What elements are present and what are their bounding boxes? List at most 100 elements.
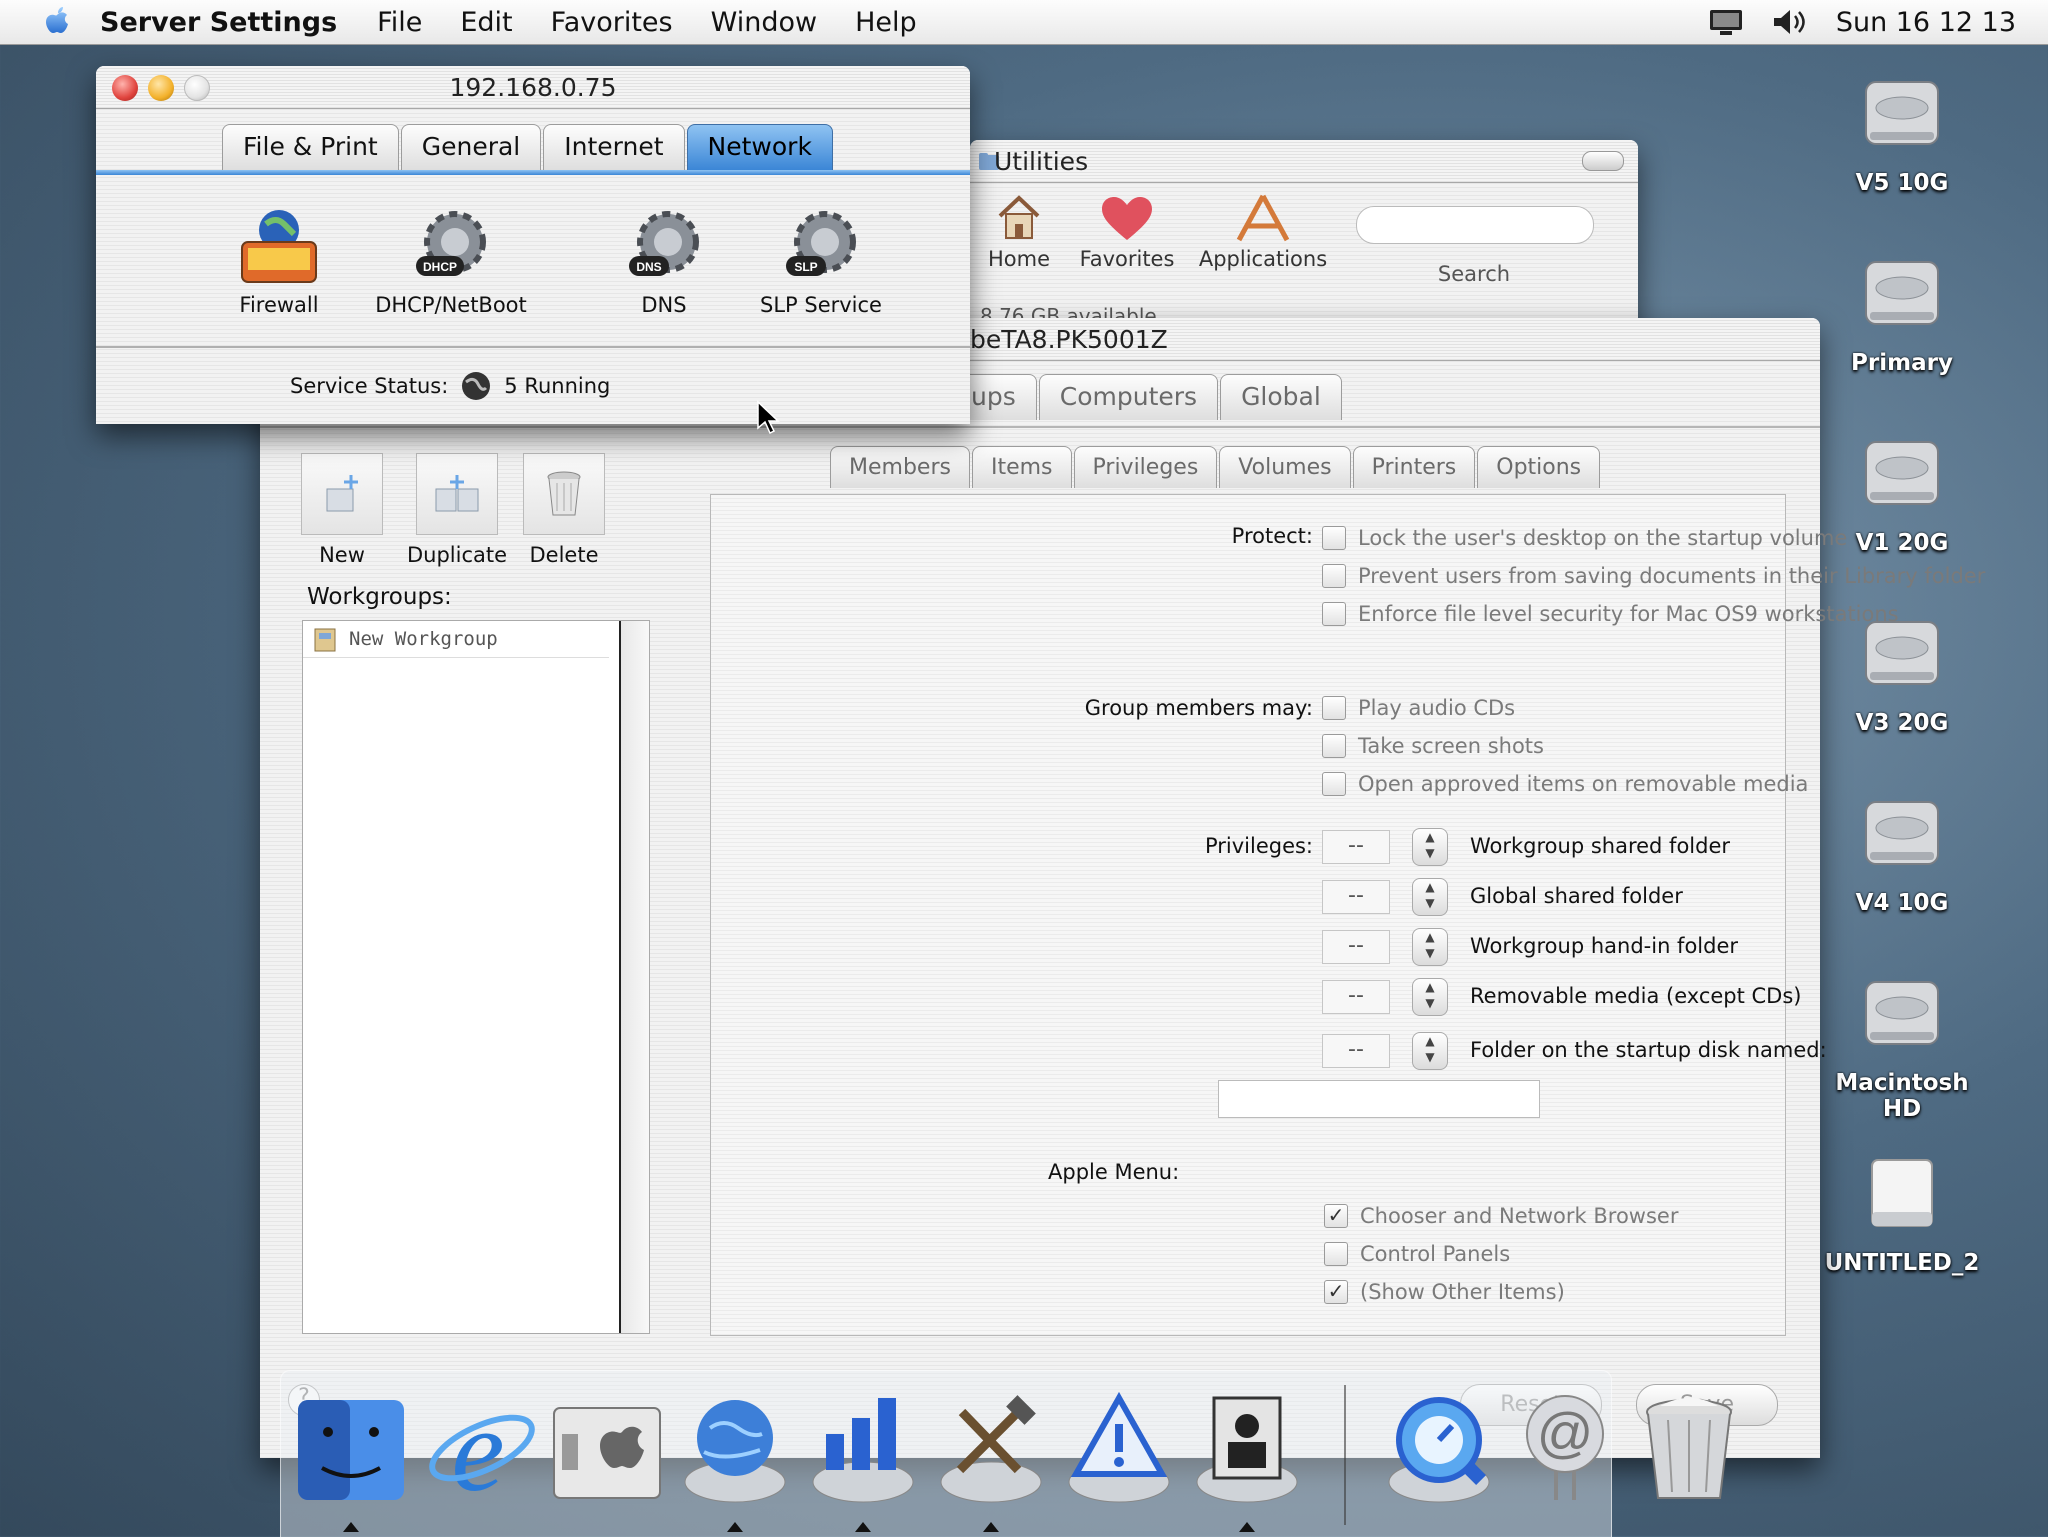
delete-button[interactable]: Delete — [522, 453, 606, 567]
privilege-label: Removable media (except CDs) — [1470, 984, 1802, 1008]
menu-window[interactable]: Window — [711, 7, 817, 38]
tab-printers[interactable]: Printers — [1352, 446, 1476, 488]
server-titlebar[interactable]: 192.168.0.75 — [96, 66, 970, 109]
privilege-stepper[interactable]: ▲ ▼ — [1412, 828, 1448, 866]
tab-global[interactable]: Global — [1220, 374, 1342, 420]
list-scrollbar[interactable] — [619, 621, 649, 1333]
menu-help[interactable]: Help — [855, 7, 917, 38]
workgroup-title: beTA8.PK5001Z — [970, 325, 1168, 354]
tab-members[interactable]: Members — [830, 446, 970, 488]
service-dns[interactable]: DNS DNS — [614, 206, 714, 317]
privilege-popup[interactable]: -- — [1322, 980, 1390, 1014]
home-icon — [998, 195, 1040, 239]
tab-privileges[interactable]: Privileges — [1073, 446, 1218, 488]
service-firewall[interactable]: Firewall — [224, 206, 334, 317]
protect-library-checkbox[interactable] — [1322, 564, 1346, 588]
duplicate-button[interactable]: Duplicate — [402, 453, 512, 567]
drive-v3[interactable]: V3 20G — [1817, 612, 1987, 736]
workgroup-manager-icon[interactable] — [1188, 1390, 1306, 1508]
workgroups-list[interactable]: New Workgroup — [302, 620, 650, 1334]
privilege-popup[interactable]: -- — [1322, 880, 1390, 914]
apple-menu-icon[interactable] — [40, 5, 74, 39]
tab-file-print[interactable]: File & Print — [222, 124, 399, 170]
control-panels-label: Control Panels — [1360, 1242, 1511, 1266]
drive-v5[interactable]: V5 10G — [1817, 72, 1987, 196]
server-tabs: File & Print General Internet Network — [222, 124, 835, 170]
mail-icon[interactable]: @ — [1506, 1390, 1624, 1508]
chooser-checkbox[interactable]: ✓ — [1324, 1204, 1348, 1228]
system-preferences-icon[interactable] — [548, 1390, 666, 1508]
trash-icon[interactable] — [1630, 1390, 1748, 1508]
running-indicator — [855, 1522, 871, 1532]
menu-edit[interactable]: Edit — [460, 7, 512, 38]
drive-label: Primary — [1851, 350, 1953, 376]
quicktime-icon[interactable] — [1380, 1390, 1498, 1508]
startup-folder-name-field[interactable] — [1218, 1080, 1540, 1118]
protect-lock-desktop-checkbox[interactable] — [1322, 526, 1346, 550]
alert-monitor-icon[interactable] — [1060, 1390, 1178, 1508]
server-monitor-chart-icon[interactable] — [804, 1390, 922, 1508]
internet-explorer-icon[interactable]: e — [420, 1390, 538, 1508]
toolbar-favorites[interactable]: Favorites — [1062, 196, 1192, 271]
privilege-popup[interactable]: -- — [1322, 1034, 1390, 1068]
privilege-popup[interactable]: -- — [1322, 930, 1390, 964]
drive-untitled-2[interactable]: UNTITLED_2 — [1817, 1152, 1987, 1276]
privilege-stepper[interactable]: ▲ ▼ — [1412, 878, 1448, 916]
server-admin-tools-icon[interactable] — [932, 1390, 1050, 1508]
menu-file[interactable]: File — [377, 7, 422, 38]
workgroup-icon — [314, 628, 336, 652]
globe-icon — [462, 372, 491, 400]
tab-items[interactable]: Items — [971, 446, 1072, 488]
tab-general[interactable]: General — [400, 124, 542, 170]
show-other-items-checkbox[interactable]: ✓ — [1324, 1280, 1348, 1304]
volume-icon[interactable] — [1770, 7, 1810, 37]
hard-drive-icon — [1865, 801, 1939, 865]
workgroups-label: Workgroups: — [307, 584, 452, 610]
toolbar-toggle-button[interactable] — [1582, 151, 1624, 171]
server-settings-window[interactable]: 192.168.0.75 File & Print General Internet… — [96, 66, 970, 424]
workgroup-top-tabs: ups Computers Global — [950, 374, 1344, 420]
network-globe-icon[interactable] — [676, 1390, 794, 1508]
screen-shots-checkbox[interactable] — [1322, 734, 1346, 758]
utilities-title: Utilities — [994, 147, 1089, 176]
service-slp[interactable]: SLP SLP Service — [716, 206, 926, 317]
privilege-popup[interactable]: -- — [1322, 830, 1390, 864]
protect-library-label: Prevent users from saving documents in t… — [1358, 564, 1986, 588]
privilege-stepper[interactable]: ▲ ▼ — [1412, 928, 1448, 966]
play-audio-cds-checkbox[interactable] — [1322, 696, 1346, 720]
drive-macintosh-hd[interactable]: Macintosh HD — [1817, 972, 1987, 1122]
workgroup-window[interactable]: beTA8.PK5001Z ups Computers Global New Dup… — [260, 318, 1985, 1458]
control-panels-checkbox[interactable] — [1324, 1242, 1348, 1266]
list-item[interactable]: New Workgroup — [303, 621, 609, 658]
play-audio-cds-label: Play audio CDs — [1358, 696, 1516, 720]
drive-primary[interactable]: Primary — [1817, 252, 1987, 376]
privilege-stepper[interactable]: ▲ ▼ — [1412, 978, 1448, 1016]
removable-media-items-checkbox[interactable] — [1322, 772, 1346, 796]
dns-gear-icon: DNS — [629, 211, 699, 276]
tab-options[interactable]: Options — [1477, 446, 1601, 488]
protect-file-security-checkbox[interactable] — [1322, 602, 1346, 626]
tab-network[interactable]: Network — [686, 124, 833, 170]
menu-favorites[interactable]: Favorites — [551, 7, 673, 38]
tab-volumes[interactable]: Volumes — [1219, 446, 1351, 488]
service-dhcp[interactable]: DHCP DHCP/NetBoot — [366, 206, 536, 317]
privilege-stepper[interactable]: ▲ ▼ — [1412, 1032, 1448, 1070]
toolbar-applications[interactable]: Applications — [1188, 194, 1338, 271]
finder-icon[interactable] — [292, 1390, 410, 1508]
search-field[interactable] — [1356, 206, 1594, 244]
menu-app-name[interactable]: Server Settings — [100, 7, 337, 38]
tab-computers[interactable]: Computers — [1038, 374, 1219, 420]
privilege-label: Folder on the startup disk named: — [1470, 1038, 1827, 1062]
privileges-label: Privileges: — [1204, 834, 1313, 858]
list-item-label: New Workgroup — [349, 628, 498, 650]
new-button[interactable]: New — [300, 453, 384, 567]
tab-internet[interactable]: Internet — [543, 124, 685, 170]
utilities-window[interactable]: Utilities Home Favorites Applications Se… — [970, 140, 1638, 340]
drive-v4[interactable]: V4 10G — [1817, 792, 1987, 916]
search-label: Search — [1437, 262, 1511, 286]
display-icon[interactable] — [1708, 7, 1744, 37]
toolbar-home[interactable]: Home — [970, 192, 1068, 271]
duplicate-icon — [435, 475, 479, 512]
menu-clock[interactable]: Sun 16 12 13 — [1836, 7, 2016, 38]
utilities-titlebar[interactable]: Utilities — [970, 140, 1638, 183]
